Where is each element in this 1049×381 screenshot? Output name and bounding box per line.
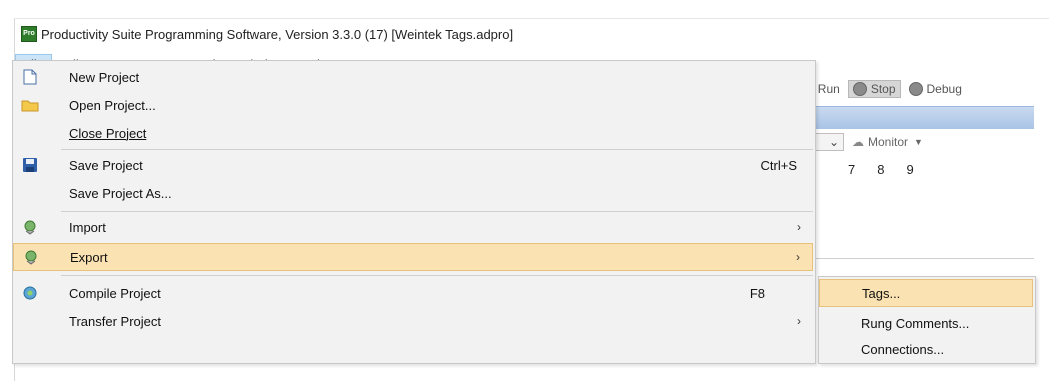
menu-item-transfer-project[interactable]: Transfer Project › bbox=[13, 307, 813, 335]
menu-item-label: Open Project... bbox=[69, 97, 156, 113]
stop-icon bbox=[852, 82, 867, 96]
run-label: Run bbox=[817, 82, 840, 96]
debug-label: Debug bbox=[926, 82, 962, 96]
monitor-icon: ☁ bbox=[852, 135, 864, 149]
menu-separator bbox=[61, 149, 813, 150]
column-numbers: 7 8 9 bbox=[848, 162, 914, 177]
cpu-toolbar: U | Run Stop Debug bbox=[780, 76, 1034, 102]
menu-item-label: New Project bbox=[69, 69, 140, 85]
monitor-button[interactable]: ☁ Monitor ▼ bbox=[852, 135, 923, 149]
submenu-arrow-icon: › bbox=[796, 250, 800, 264]
column-number: 8 bbox=[877, 162, 885, 177]
menu-item-close-project[interactable]: Close Project bbox=[13, 119, 813, 147]
title-bar: Pro Productivity Suite Programming Softw… bbox=[15, 19, 1049, 49]
folder-open-icon bbox=[21, 96, 39, 114]
submenu-item-label: Connections... bbox=[861, 341, 945, 357]
menu-item-label: Compile Project bbox=[69, 285, 161, 301]
shortcut-label: F8 bbox=[749, 285, 765, 301]
menu-item-open-project[interactable]: Open Project... bbox=[13, 91, 813, 119]
menu-item-label: Save Project As... bbox=[69, 185, 172, 201]
submenu-item-label: Tags... bbox=[862, 285, 901, 301]
submenu-arrow-icon: › bbox=[797, 314, 801, 328]
menu-item-label: Export bbox=[70, 249, 108, 265]
stop-label: Stop bbox=[870, 82, 896, 96]
debug-button[interactable]: Debug bbox=[908, 82, 962, 96]
menu-separator bbox=[61, 275, 813, 276]
submenu-item-label: Rung Comments... bbox=[861, 315, 970, 331]
monitor-label: Monitor bbox=[868, 135, 909, 149]
menu-separator bbox=[61, 211, 813, 212]
shortcut-label: Ctrl+S bbox=[760, 157, 797, 173]
menu-item-export[interactable]: Export › bbox=[13, 243, 813, 271]
submenu-item-tags[interactable]: Tags... bbox=[819, 279, 1033, 307]
menu-item-compile-project[interactable]: Compile Project F8 bbox=[13, 279, 813, 307]
column-number: 9 bbox=[906, 162, 914, 177]
menu-item-label: Transfer Project bbox=[69, 313, 161, 329]
menu-item-label: Import bbox=[69, 219, 106, 235]
monitor-toolbar: n ⌄ ☁ Monitor ▼ bbox=[780, 130, 1034, 154]
menu-item-label: Close Project bbox=[69, 125, 147, 141]
debug-icon bbox=[908, 82, 923, 96]
menu-item-save-project-as[interactable]: Save Project As... bbox=[13, 179, 813, 207]
column-number: 7 bbox=[848, 162, 856, 177]
caret-down-icon: ▼ bbox=[914, 137, 923, 147]
divider bbox=[780, 258, 1034, 259]
submenu-item-rung-comments[interactable]: Rung Comments... bbox=[819, 309, 1033, 337]
compile-icon bbox=[21, 284, 39, 302]
submenu-arrow-icon: › bbox=[797, 220, 801, 234]
import-icon bbox=[21, 218, 39, 236]
new-project-icon bbox=[21, 68, 39, 86]
file-menu-dropdown: New Project Open Project... Close Projec… bbox=[12, 60, 816, 364]
chevron-down-icon: ⌄ bbox=[828, 135, 839, 149]
submenu-item-connections[interactable]: Connections... bbox=[819, 335, 1033, 363]
stop-button[interactable]: Stop bbox=[847, 80, 901, 98]
app-logo-icon: Pro bbox=[21, 26, 37, 42]
ribbon-band bbox=[780, 106, 1034, 129]
export-icon bbox=[22, 248, 40, 266]
floppy-disk-icon bbox=[21, 156, 39, 174]
menu-item-import[interactable]: Import › bbox=[13, 213, 813, 241]
export-submenu: Tags... Rung Comments... Connections... bbox=[818, 276, 1036, 364]
menu-item-new-project[interactable]: New Project bbox=[13, 63, 813, 91]
menu-item-label: Save Project bbox=[69, 157, 143, 173]
menu-item-save-project[interactable]: Save Project Ctrl+S bbox=[13, 151, 813, 179]
window-title: Productivity Suite Programming Software,… bbox=[41, 26, 514, 42]
